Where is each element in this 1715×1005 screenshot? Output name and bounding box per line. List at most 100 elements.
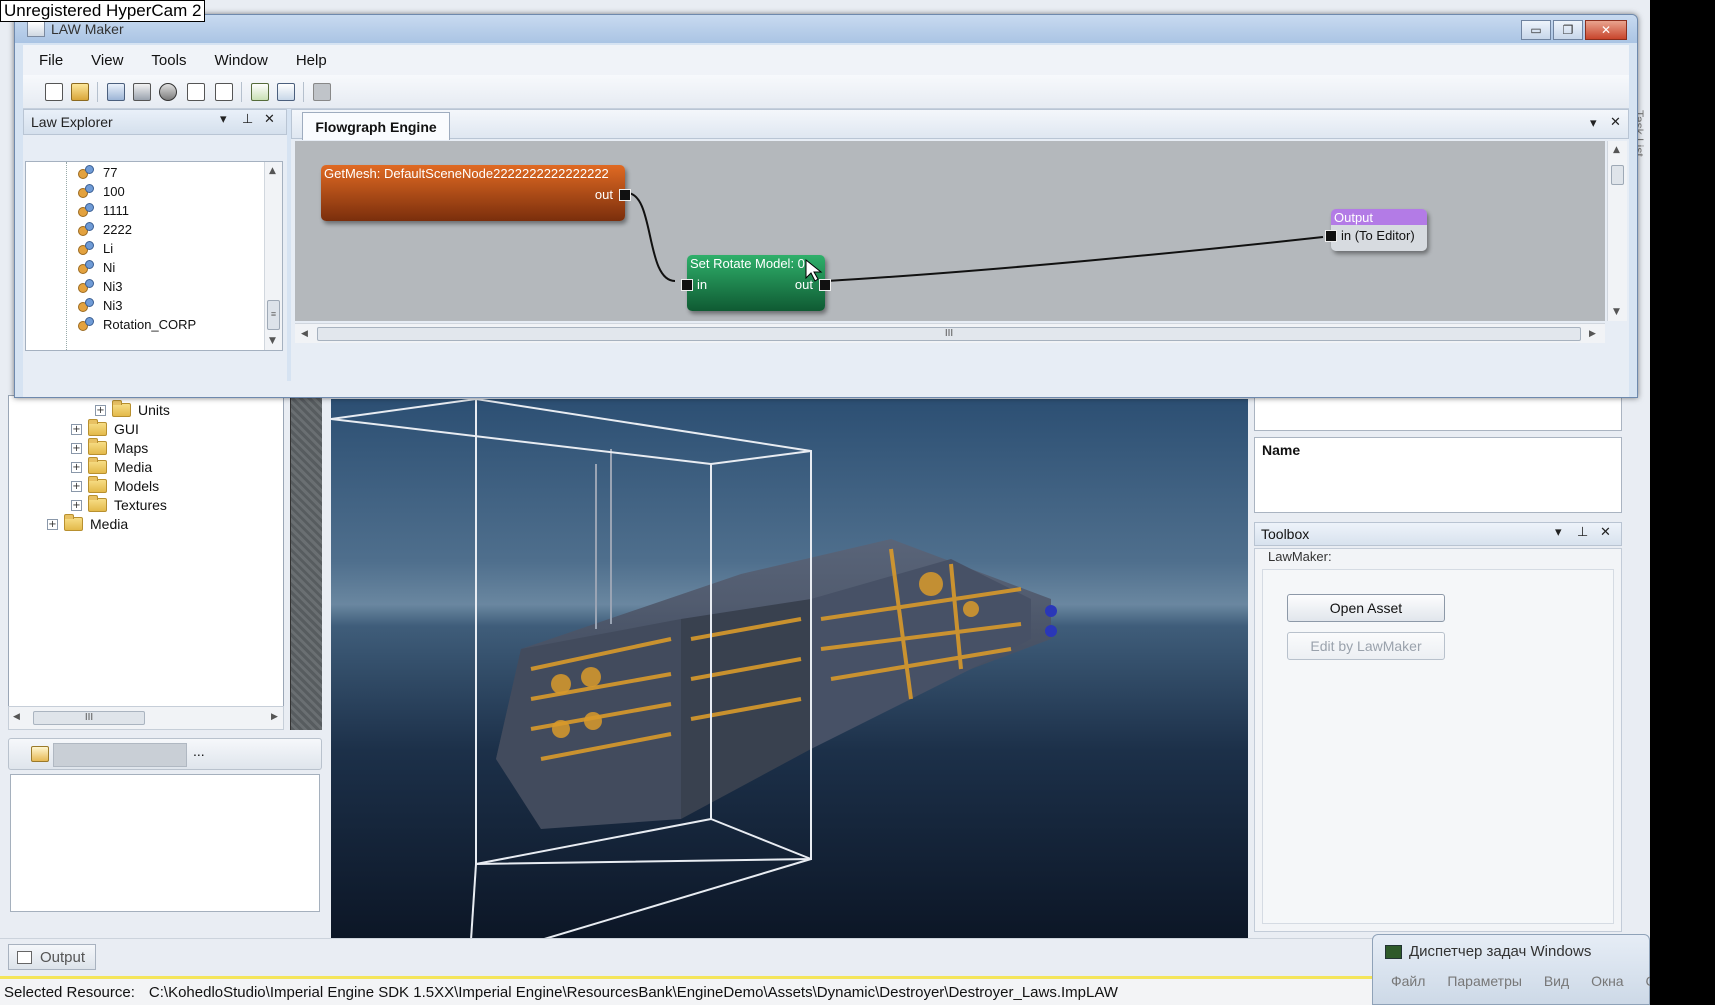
expand-icon[interactable]: + <box>71 423 82 435</box>
law-item[interactable]: Rotation_CORP <box>76 314 196 334</box>
pin-icon[interactable]: ⊥ <box>1577 525 1588 540</box>
output-text-area[interactable] <box>10 774 320 912</box>
law-item[interactable]: 2222 <box>76 219 132 239</box>
tree-item-gui[interactable]: + GUI <box>71 419 139 439</box>
scroll-thumb[interactable] <box>1611 165 1624 185</box>
flow-node-output[interactable]: Output in (To Editor) <box>1325 209 1427 251</box>
tools-icon[interactable] <box>159 83 177 101</box>
scroll-right-icon[interactable]: ▶ <box>271 712 278 722</box>
app-icon <box>27 21 45 37</box>
maximize-button[interactable]: ❐ <box>1553 20 1583 40</box>
more-button[interactable]: ... <box>193 743 205 759</box>
toolbar-field[interactable] <box>53 743 187 767</box>
menu-file[interactable]: File <box>39 52 63 69</box>
scroll-left-icon[interactable]: ◀ <box>301 329 308 339</box>
dropdown-icon[interactable]: ▾ <box>1555 525 1562 540</box>
title-bar[interactable]: LAW Maker ▭ ❐ ✕ <box>15 15 1637 43</box>
output-port[interactable] <box>619 189 631 201</box>
scroll-down-icon[interactable]: ▼ <box>1613 307 1620 317</box>
tree-item-models[interactable]: + Models <box>71 476 159 496</box>
law-item[interactable]: 100 <box>76 181 125 201</box>
tree-item-units[interactable]: + Units <box>95 400 170 420</box>
flow-node-getmesh[interactable]: GetMesh: DefaultSceneNode222222222222222… <box>321 165 631 221</box>
flowgraph-canvas[interactable]: GetMesh: DefaultSceneNode222222222222222… <box>295 141 1605 321</box>
menu-view[interactable]: View <box>91 52 123 69</box>
law-item-label: Li <box>103 240 114 256</box>
resource-tree[interactable]: + Units + GUI + Maps + Media + Models + … <box>8 395 284 730</box>
scroll-left-icon[interactable]: ◀ <box>13 712 20 722</box>
new-file-icon[interactable] <box>45 83 63 101</box>
import-icon[interactable] <box>277 83 295 101</box>
close-icon[interactable]: ✕ <box>1600 525 1611 540</box>
law-item[interactable]: Ni3 <box>76 276 123 296</box>
scroll-up-icon[interactable]: ▲ <box>269 166 276 176</box>
expand-icon[interactable]: + <box>71 461 82 473</box>
expand-icon[interactable]: + <box>71 480 82 492</box>
flowgraph-vscrollbar[interactable]: ▲ ▼ <box>1607 141 1627 321</box>
edit-icon[interactable] <box>31 746 49 762</box>
output-tab[interactable]: Output <box>8 944 96 970</box>
scroll-up-icon[interactable]: ▲ <box>1613 145 1620 155</box>
task-manager-menu-item[interactable]: Параметры <box>1447 973 1522 989</box>
connection-wire <box>626 192 676 282</box>
scroll-thumb[interactable]: ≡ <box>267 300 280 330</box>
task-manager-window[interactable]: Диспетчер задач Windows Файл Параметры В… <box>1372 934 1656 1005</box>
law-edit-icon[interactable] <box>107 83 125 101</box>
law-item[interactable]: Li <box>76 238 113 258</box>
scroll-down-icon[interactable]: ▼ <box>269 336 276 346</box>
expand-icon[interactable]: + <box>71 442 82 454</box>
expand-icon[interactable]: + <box>95 404 106 416</box>
scroll-thumb[interactable]: III <box>317 327 1581 341</box>
open-asset-button[interactable]: Open Asset <box>1287 594 1445 622</box>
close-button[interactable]: ✕ <box>1585 20 1627 40</box>
menu-tools[interactable]: Tools <box>151 52 186 69</box>
law-icon <box>76 316 94 332</box>
expand-icon[interactable]: + <box>71 499 82 511</box>
panel-splitter[interactable] <box>290 395 322 730</box>
open-folder-icon[interactable] <box>71 83 89 101</box>
tree-item-media-root[interactable]: + Media <box>47 514 128 534</box>
close-icon[interactable]: ✕ <box>264 112 275 127</box>
scroll-thumb[interactable]: III <box>33 711 145 725</box>
input-port[interactable] <box>1325 230 1337 242</box>
close-icon[interactable]: ✕ <box>1610 115 1621 130</box>
scroll-right-icon[interactable]: ▶ <box>1589 329 1596 339</box>
flowgraph-tab-bar: Flowgraph Engine ▾ ✕ <box>291 109 1629 140</box>
pin-icon[interactable]: ⊥ <box>242 112 253 127</box>
edit-by-lawmaker-button[interactable]: Edit by LawMaker <box>1287 632 1445 660</box>
window-title: LAW Maker <box>51 21 124 37</box>
input-port[interactable] <box>681 279 693 291</box>
list-icon[interactable] <box>187 83 205 101</box>
export-icon[interactable] <box>251 83 269 101</box>
tree-item-maps[interactable]: + Maps <box>71 438 148 458</box>
status-label: Selected Resource: <box>4 983 135 1001</box>
law-item[interactable]: 77 <box>76 162 117 182</box>
task-manager-menu-item[interactable]: Файл <box>1391 973 1425 989</box>
law-item[interactable]: Ni <box>76 257 115 277</box>
resource-tree-hscrollbar[interactable]: ◀ III ▶ <box>8 706 284 730</box>
dropdown-icon[interactable]: ▾ <box>220 112 227 127</box>
checklist-icon[interactable] <box>215 83 233 101</box>
menu-help[interactable]: Help <box>296 52 327 69</box>
tree-item-media[interactable]: + Media <box>71 457 152 477</box>
expand-icon[interactable]: + <box>47 518 58 530</box>
dropdown-icon[interactable]: ▾ <box>1590 116 1597 131</box>
minimize-button[interactable]: ▭ <box>1521 20 1551 40</box>
3d-viewport[interactable] <box>331 399 1248 940</box>
law-explorer-header: Law Explorer ▾ ⊥ ✕ <box>23 109 287 135</box>
tab-flowgraph-engine[interactable]: Flowgraph Engine <box>302 112 450 140</box>
task-manager-menu-item[interactable]: Вид <box>1544 973 1569 989</box>
law-item[interactable]: 1111 <box>76 200 129 220</box>
properties-icon[interactable] <box>133 83 151 101</box>
secondary-toolbar: ... <box>8 738 322 770</box>
flowgraph-hscrollbar[interactable]: ◀ III ▶ <box>295 323 1605 343</box>
law-explorer-vscrollbar[interactable]: ▲ ≡ ▼ <box>264 162 282 350</box>
save-icon[interactable] <box>313 83 331 101</box>
menu-window[interactable]: Window <box>214 52 267 69</box>
law-explorer-tree[interactable]: 77 100 1111 2222 Li Ni Ni3 Ni3 Rotation_… <box>25 161 283 351</box>
properties-grid[interactable] <box>1254 395 1622 431</box>
tree-item-textures[interactable]: + Textures <box>71 495 167 515</box>
law-icon <box>76 259 94 275</box>
task-manager-menu-item[interactable]: Окна <box>1591 973 1624 989</box>
law-item[interactable]: Ni3 <box>76 295 123 315</box>
